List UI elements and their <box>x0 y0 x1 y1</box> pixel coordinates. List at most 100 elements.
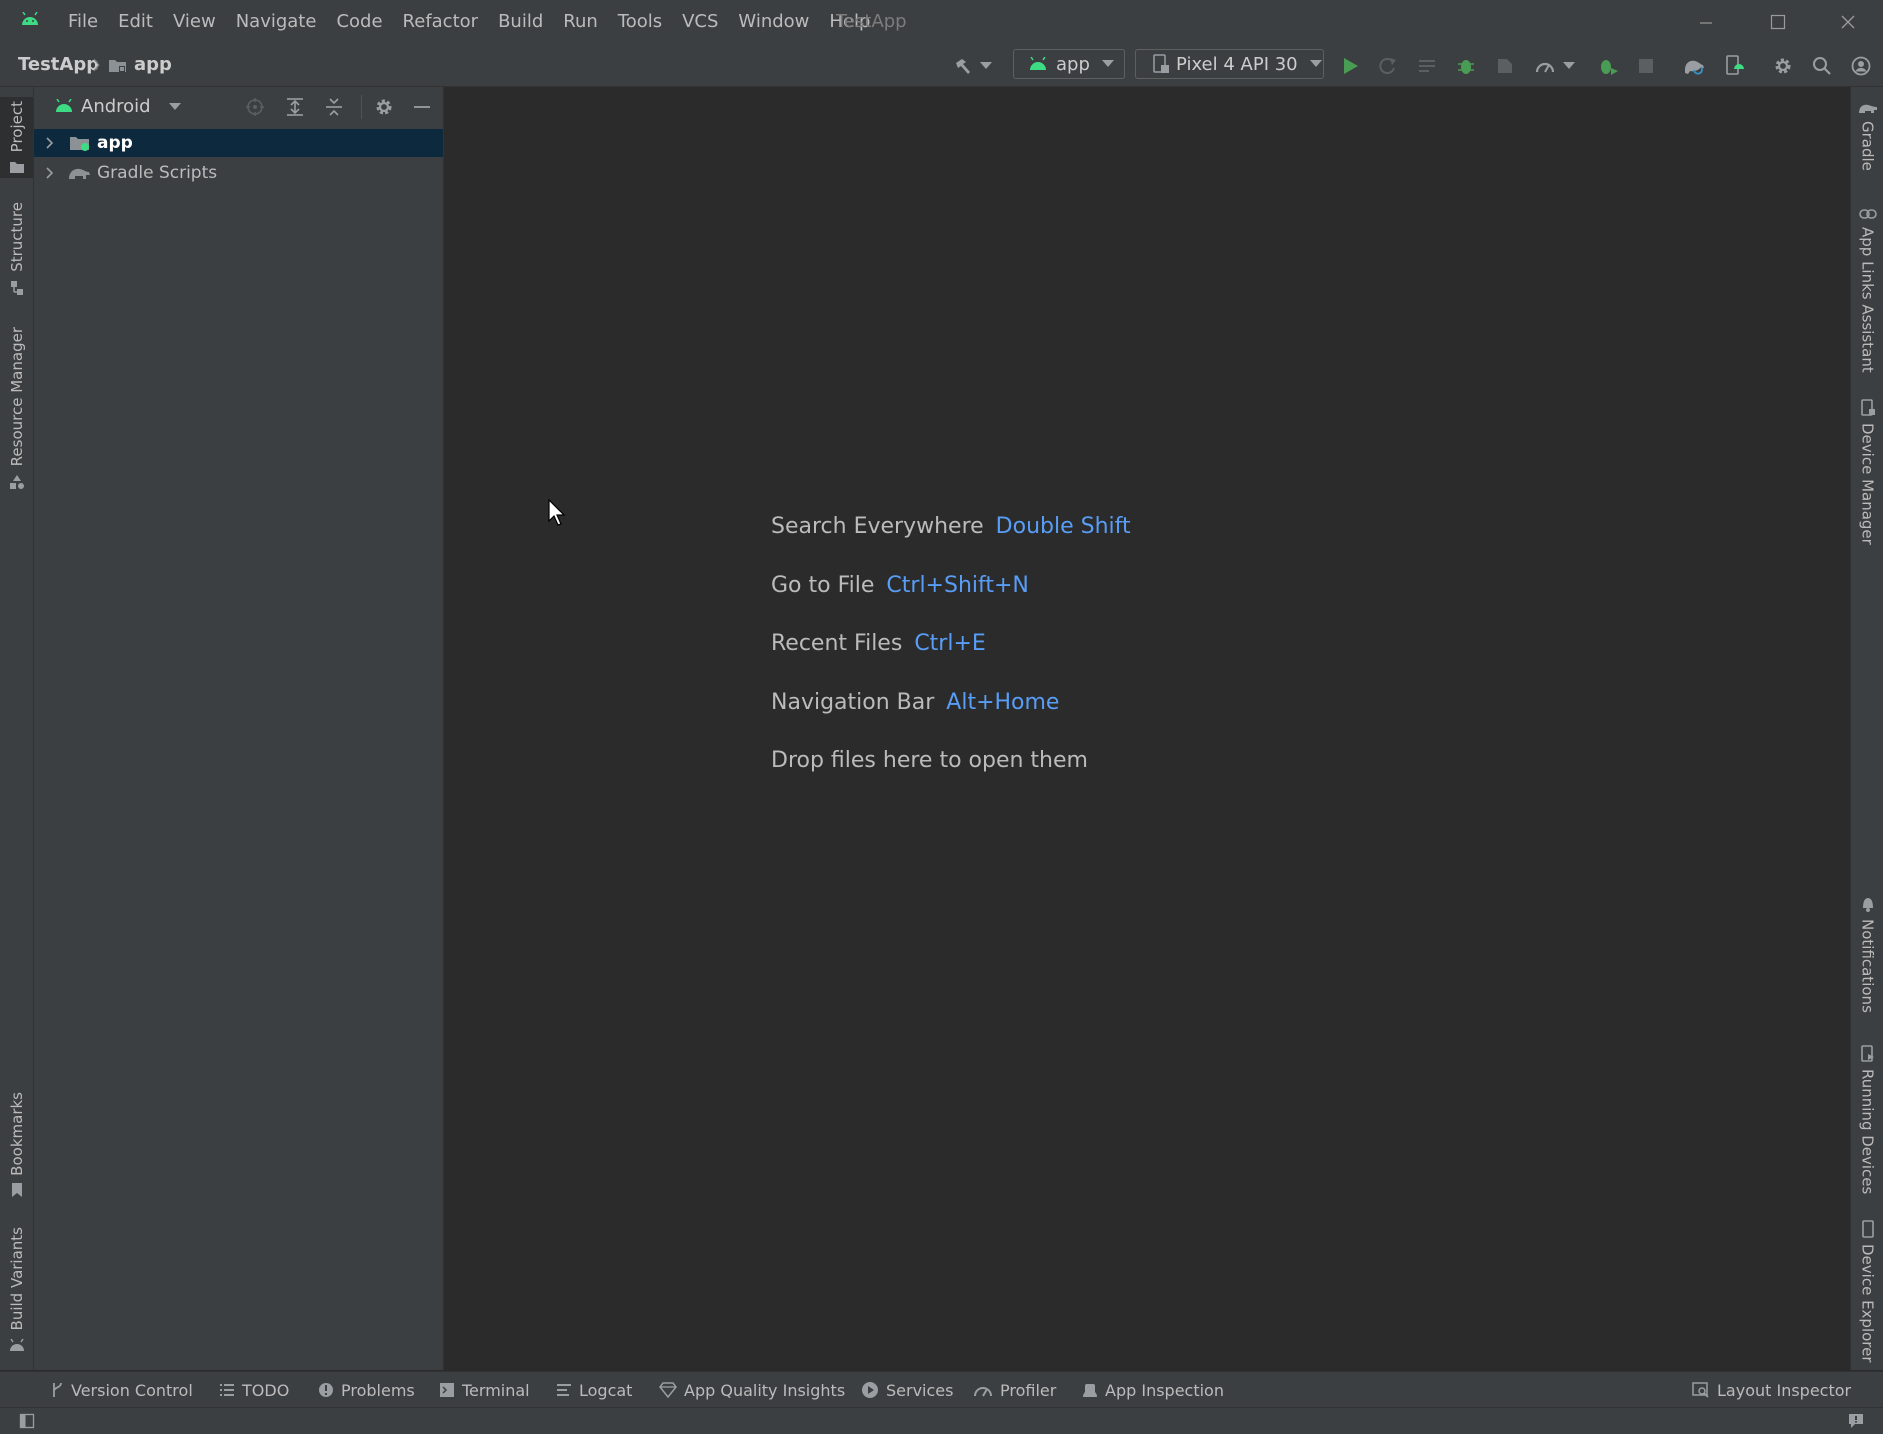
hint-shortcut: Ctrl+E <box>914 631 986 656</box>
tab-app-inspection-label: App Inspection <box>1105 1380 1224 1400</box>
tool-window-structure[interactable]: Structure <box>0 202 33 296</box>
menu-view[interactable]: View <box>163 0 226 44</box>
device-manager-icon <box>1860 399 1875 416</box>
menu-vcs[interactable]: VCS <box>672 0 728 44</box>
tool-window-bookmarks[interactable]: Bookmarks <box>0 1092 33 1198</box>
menu-run[interactable]: Run <box>553 0 608 44</box>
sync-gradle-icon[interactable] <box>1681 53 1707 79</box>
hint-label: Recent Files <box>771 631 903 656</box>
apply-changes-icon[interactable] <box>1375 53 1401 79</box>
hide-panel-icon[interactable] <box>412 97 432 117</box>
tab-profiler[interactable]: Profiler <box>973 1372 1056 1408</box>
menu-window[interactable]: Window <box>728 0 819 44</box>
tool-window-device-manager[interactable]: Device Manager <box>1851 399 1883 545</box>
running-devices-tab-label: Running Devices <box>1858 1069 1877 1195</box>
title-bar: File Edit View Navigate Code Refactor Bu… <box>0 0 1883 44</box>
attach-debugger-icon[interactable] <box>1595 53 1621 79</box>
stop-icon[interactable] <box>1633 53 1659 79</box>
android-studio-logo-icon <box>20 12 40 26</box>
profiler-gauge-icon <box>974 1387 992 1397</box>
run-icon[interactable] <box>1337 53 1363 79</box>
event-log-icon[interactable] <box>1848 1413 1864 1429</box>
editor-empty-area[interactable]: Search Everywhere Double Shift Go to File… <box>444 87 1849 1370</box>
build-variants-android-icon <box>9 1339 24 1352</box>
device-label: Pixel 4 API 30 <box>1176 53 1298 75</box>
tool-window-app-links-assistant[interactable]: App Links Assistant <box>1851 207 1883 373</box>
tree-item-app[interactable]: app <box>34 129 443 157</box>
build-dropdown-icon[interactable] <box>977 53 995 79</box>
menu-edit[interactable]: Edit <box>108 0 163 44</box>
project-panel-header: Android <box>34 87 443 127</box>
bottom-tool-bar: Version Control TODO Problems Terminal L… <box>0 1371 1883 1408</box>
project-tab-label: Project <box>7 101 26 153</box>
breadcrumb-separator-icon <box>93 58 101 72</box>
hint-recent-files: Recent Files Ctrl+E <box>771 631 986 656</box>
tab-services[interactable]: Services <box>861 1372 953 1408</box>
tab-terminal-label: Terminal <box>462 1380 530 1400</box>
project-view-selector[interactable]: Android <box>81 96 151 117</box>
profile-icon[interactable] <box>1532 53 1558 79</box>
tab-problems-label: Problems <box>341 1380 415 1400</box>
device-select[interactable]: Pixel 4 API 30 <box>1135 49 1324 79</box>
device-explorer-tab-label: Device Explorer <box>1858 1244 1877 1363</box>
tool-window-resource-manager[interactable]: Resource Manager <box>0 327 33 490</box>
tab-problems[interactable]: Problems <box>318 1372 415 1408</box>
tool-window-gradle[interactable]: Gradle <box>1851 101 1883 171</box>
navigation-toolbar: TestApp app app Pixel 4 API 30 <box>0 44 1883 87</box>
settings-gear-icon[interactable] <box>1770 53 1796 79</box>
menu-refactor[interactable]: Refactor <box>393 0 489 44</box>
profile-dropdown-icon[interactable] <box>1560 53 1578 79</box>
tab-terminal[interactable]: Terminal <box>439 1372 530 1408</box>
gradle-elephant-icon <box>69 168 90 179</box>
tab-logcat[interactable]: Logcat <box>556 1372 632 1408</box>
options-gear-icon[interactable] <box>374 97 394 117</box>
search-icon[interactable] <box>1809 53 1835 79</box>
tab-layout-inspector-label: Layout Inspector <box>1717 1380 1852 1400</box>
device-icon <box>1153 54 1169 73</box>
tool-window-project[interactable]: Project <box>0 97 33 179</box>
expand-arrow-icon[interactable] <box>45 166 55 180</box>
tab-layout-inspector[interactable]: Layout Inspector <box>1692 1372 1851 1408</box>
device-manager-icon[interactable] <box>1721 53 1747 79</box>
tree-item-gradle-scripts[interactable]: Gradle Scripts <box>34 159 443 187</box>
minimize-button[interactable] <box>1678 6 1734 38</box>
notifications-tab-label: Notifications <box>1858 919 1877 1013</box>
tool-window-device-explorer[interactable]: Device Explorer <box>1851 1220 1883 1363</box>
tab-todo[interactable]: TODO <box>219 1372 289 1408</box>
tab-version-control[interactable]: Version Control <box>50 1372 193 1408</box>
account-icon[interactable] <box>1848 53 1874 79</box>
module-folder-icon <box>70 137 89 151</box>
expand-all-icon[interactable] <box>285 97 305 117</box>
run-with-coverage-icon[interactable] <box>1492 53 1518 79</box>
run-config-select[interactable]: app <box>1013 49 1125 79</box>
menu-build[interactable]: Build <box>488 0 553 44</box>
build-hammer-icon[interactable] <box>950 53 976 79</box>
menu-file[interactable]: File <box>58 0 108 44</box>
breadcrumb-module[interactable]: app <box>134 44 172 86</box>
debug-icon[interactable] <box>1453 53 1479 79</box>
tool-window-build-variants[interactable]: Build Variants <box>0 1227 33 1352</box>
maximize-button[interactable] <box>1750 6 1806 38</box>
tab-logcat-label: Logcat <box>579 1380 633 1400</box>
expand-arrow-icon[interactable] <box>45 136 55 150</box>
menu-code[interactable]: Code <box>326 0 392 44</box>
chevron-down-icon <box>1101 60 1114 67</box>
hint-search-everywhere: Search Everywhere Double Shift <box>771 514 1131 539</box>
tab-app-quality-insights[interactable]: App Quality Insights <box>659 1372 845 1408</box>
tool-window-notifications[interactable]: Notifications <box>1851 895 1883 1013</box>
select-opened-file-icon[interactable] <box>245 97 265 117</box>
todo-list-icon <box>220 1384 234 1396</box>
apply-code-changes-icon[interactable] <box>1414 53 1440 79</box>
resource-manager-icon <box>9 475 24 490</box>
tool-window-running-devices[interactable]: Running Devices <box>1851 1045 1883 1194</box>
toggle-tool-windows-icon[interactable] <box>19 1413 35 1429</box>
tab-app-inspection[interactable]: App Inspection <box>1082 1372 1224 1408</box>
collapse-all-icon[interactable] <box>324 97 344 117</box>
tab-services-label: Services <box>886 1380 954 1400</box>
menu-navigate[interactable]: Navigate <box>226 0 327 44</box>
close-button[interactable] <box>1820 6 1876 38</box>
hint-go-to-file: Go to File Ctrl+Shift+N <box>771 573 1029 598</box>
view-mode-dropdown-icon[interactable] <box>169 103 181 111</box>
menu-tools[interactable]: Tools <box>608 0 672 44</box>
breadcrumb-project[interactable]: TestApp <box>18 44 99 86</box>
